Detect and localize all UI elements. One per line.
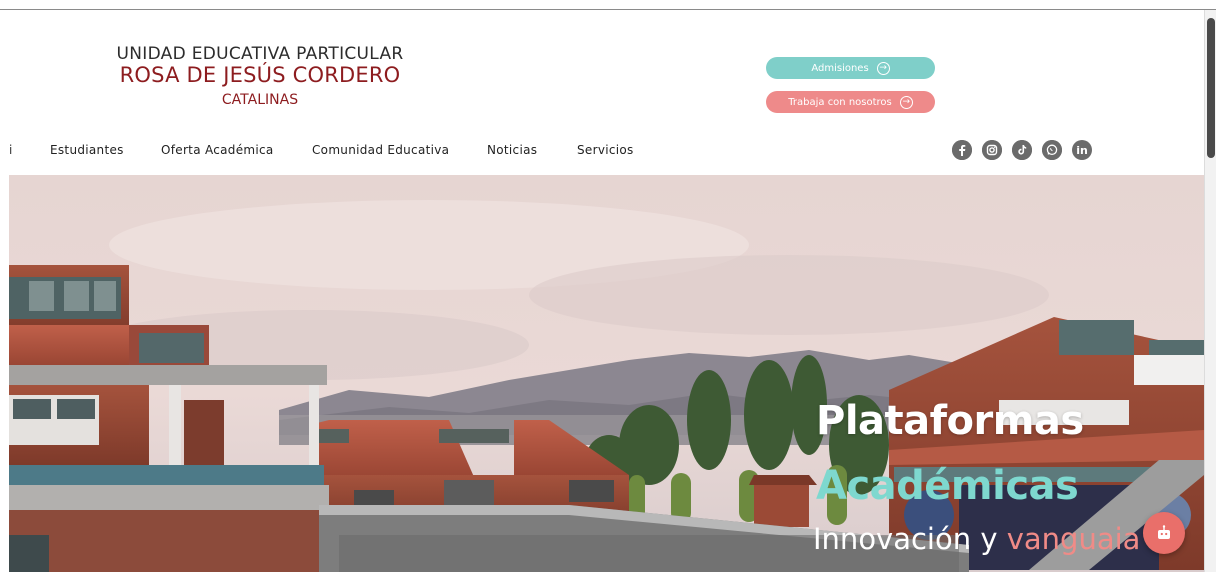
nav-item-comunidad-educativa[interactable]: Comunidad Educativa — [312, 143, 449, 157]
hero-title-academicas: Académicas — [816, 463, 1079, 509]
trabaja-label: Trabaja con nosotros — [788, 96, 892, 108]
linkedin-icon[interactable]: in — [1072, 140, 1092, 160]
logo-line-2: ROSA DE JESÚS CORDERO — [119, 63, 401, 87]
facebook-icon[interactable] — [952, 140, 972, 160]
nav-item-estudiantes[interactable]: Estudiantes — [50, 143, 124, 157]
hero-banner — [9, 175, 1204, 572]
admisiones-label: Admisiones — [811, 62, 869, 74]
instagram-icon[interactable] — [982, 140, 1002, 160]
arrow-right-icon: → — [876, 61, 890, 75]
tiktok-icon[interactable] — [1012, 140, 1032, 160]
scrollbar-thumb[interactable] — [1207, 18, 1215, 158]
logo-line-1: UNIDAD EDUCATIVA PARTICULAR — [116, 44, 404, 64]
hero-title-plataformas: Plataformas — [816, 398, 1084, 444]
page: UNIDAD EDUCATIVA PARTICULAR ROSA DE JESÚ… — [0, 0, 1216, 572]
nav-item-oferta-academica[interactable]: Oferta Académica — [161, 143, 274, 157]
robot-icon — [1158, 525, 1170, 539]
admisiones-button[interactable]: Admisiones → — [766, 57, 935, 79]
hero-subtitle: Innovación y vanguaia — [813, 522, 1140, 556]
browser-top-edge — [0, 0, 1216, 10]
nav-item-servicios[interactable]: Servicios — [577, 143, 634, 157]
chatbot-button[interactable] — [1143, 512, 1185, 554]
page-scrollbar[interactable] — [1204, 10, 1216, 572]
left-edge — [0, 10, 9, 572]
school-logo[interactable]: UNIDAD EDUCATIVA PARTICULAR ROSA DE JESÚ… — [95, 45, 425, 110]
nav-item-noticias[interactable]: Noticias — [487, 143, 537, 157]
arrow-right-icon: → — [899, 95, 913, 109]
linkedin-label: in — [1076, 143, 1088, 157]
nav-item-truncated[interactable]: i — [9, 143, 12, 157]
main-nav: i Estudiantes Oferta Académica Comunidad… — [9, 140, 709, 160]
logo-line-3: CATALINAS — [221, 92, 299, 108]
trabaja-con-nosotros-button[interactable]: Trabaja con nosotros → — [766, 91, 935, 113]
hero-subtitle-c: ia — [1114, 522, 1141, 556]
hero-subtitle-a: Innovación y — [813, 522, 1007, 556]
hero-subtitle-b: vangua — [1006, 522, 1115, 556]
hero-photo — [9, 175, 1204, 572]
whatsapp-icon[interactable] — [1042, 140, 1062, 160]
